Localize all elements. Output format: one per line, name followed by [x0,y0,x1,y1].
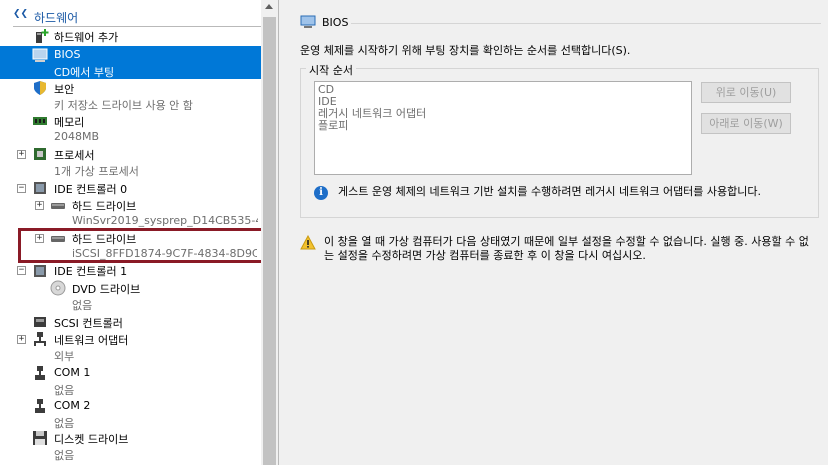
tree-item-subtitle: 1개 가상 프로세서 [54,165,139,178]
shield-icon [34,81,46,95]
boot-order-item[interactable]: CD [318,84,688,96]
hardware-tree-pane: ❮❮ 하드웨어 하드웨어 추가 BIOS CD에서 부팅 보안 키 저장소 드라… [0,0,279,465]
boot-description: 운영 체제를 시작하기 위해 부팅 장치를 확인하는 순서를 선택합니다(S). [300,44,631,57]
expand-plus-icon[interactable]: + [35,234,44,243]
boot-order-item[interactable]: 플로피 [318,120,688,132]
tree-item-ide-controller-0[interactable]: − IDE 컨트롤러 0 [0,179,261,197]
tree-item-subtitle: iSCSI_8FFD1874-9C7F-4834-8D9C... [72,247,257,260]
tree-item-subtitle: 없음 [54,449,75,462]
tree-item-title: 디스켓 드라이브 [54,433,129,446]
tree-scrollbar[interactable] [261,0,278,465]
tree-item-subtitle: 2048MB [54,130,100,143]
tree-item-security[interactable]: 보안 키 저장소 드라이브 사용 안 함 [0,79,261,112]
controller-icon [34,182,46,194]
tree-item-ide-controller-1[interactable]: − IDE 컨트롤러 1 [0,263,261,279]
bios-chip-icon [32,48,48,62]
tree-item-title: DVD 드라이브 [72,283,141,296]
tree-item-title: BIOS [54,48,81,61]
tree-item-scsi-controller[interactable]: SCSI 컨트롤러 [0,313,261,331]
collapse-minus-icon[interactable]: − [17,184,26,193]
tree-item-title: IDE 컨트롤러 0 [54,183,128,196]
hard-drive-icon [51,203,65,209]
expand-plus-icon[interactable]: + [17,150,26,159]
network-adapter-icon [34,332,46,346]
boot-order-list[interactable]: CD IDE 레거시 네트워크 어댑터 플로피 [314,81,692,175]
tree-item-subtitle: 키 저장소 드라이브 사용 안 함 [54,99,193,112]
tree-item-bios[interactable]: BIOS CD에서 부팅 [0,46,261,79]
tree-item-com2[interactable]: COM 2 없음 [0,397,261,430]
tree-item-com1[interactable]: COM 1 없음 [0,364,261,397]
boot-order-item[interactable]: 레거시 네트워크 어댑터 [318,108,688,120]
tree-item-diskette-drive[interactable]: 디스켓 드라이브 없음 [0,429,261,462]
controller-icon [34,265,46,277]
floppy-disk-icon [33,431,47,445]
expand-plus-icon[interactable]: + [35,201,44,210]
scrollbar-thumb[interactable] [263,17,276,465]
memory-module-icon [33,117,47,125]
tree-item-subtitle: WinSvr2019_sysprep_D14CB535-4... [72,214,258,227]
tree-item-title: 프로세서 [54,149,95,162]
tree-item-dvd-drive[interactable]: DVD 드라이브 없음 [0,279,261,312]
tree-item-title: 메모리 [54,116,85,129]
collapse-minus-icon[interactable]: − [17,266,26,275]
move-down-button[interactable]: 아래로 이동(W) [701,113,791,134]
section-divider [351,23,821,24]
tree-item-title: 네트워크 어댑터 [54,334,129,347]
tree-item-subtitle: 없음 [72,299,93,312]
tree-item-title: SCSI 컨트롤러 [54,317,123,330]
info-message: 게스트 운영 체제의 네트워크 기반 설치를 수행하려면 레거시 네트워크 어댑… [338,185,762,198]
tree-item-subtitle: CD에서 부팅 [54,66,115,79]
tree-item-title: 하드웨어 추가 [54,31,119,44]
tree-item-subtitle: 외부 [54,350,75,363]
tree-item-hard-drive-2[interactable]: + 하드 드라이브 iSCSI_8FFD1874-9C7F-4834-8D9C.… [0,229,261,262]
tree-item-memory[interactable]: 메모리 2048MB [0,112,261,145]
add-hardware-icon [36,29,49,43]
warning-icon [300,235,316,250]
tree-item-title: COM 1 [54,366,91,379]
hardware-section-header[interactable]: ❮❮ 하드웨어 [0,9,261,25]
bios-chip-icon [300,15,316,28]
move-up-button[interactable]: 위로 이동(U) [701,82,791,103]
tree-item-add-hardware[interactable]: 하드웨어 추가 [0,27,261,45]
tree-item-subtitle: 없음 [54,384,75,397]
tree-item-hard-drive-1[interactable]: + 하드 드라이브 WinSvr2019_sysprep_D14CB535-4.… [0,196,261,229]
dvd-disc-icon [50,280,66,296]
tree-item-processor[interactable]: + 프로세서 1개 가상 프로세서 [0,145,261,178]
processor-chip-icon [34,148,46,160]
bios-settings-pane: BIOS 운영 체제를 시작하기 위해 부팅 장치를 확인하는 순서를 선택합니… [286,0,828,465]
expand-plus-icon[interactable]: + [17,335,26,344]
com-port-icon [35,366,45,380]
hard-drive-icon [51,236,65,242]
warning-message: 이 창을 열 때 가상 컴퓨터가 다음 상태였기 때문에 일부 설정을 수정할 … [324,235,809,262]
tree-item-title: IDE 컨트롤러 1 [54,265,128,278]
com-port-icon [35,399,45,413]
tree-item-network-adapter[interactable]: + 네트워크 어댑터 외부 [0,330,261,363]
tree-item-title: COM 2 [54,399,91,412]
section-title: BIOS [322,16,349,29]
startup-order-label: 시작 순서 [306,62,356,78]
info-icon: i [314,186,328,200]
scsi-controller-icon [34,317,46,327]
tree-item-title: 하드 드라이브 [72,200,137,213]
collapse-chevron-icon[interactable]: ❮❮ [13,9,28,19]
hardware-header-label: 하드웨어 [34,11,79,25]
tree-item-title: 하드 드라이브 [72,233,137,246]
tree-item-title: 보안 [54,83,75,96]
scroll-up-arrow-icon[interactable] [265,4,273,9]
